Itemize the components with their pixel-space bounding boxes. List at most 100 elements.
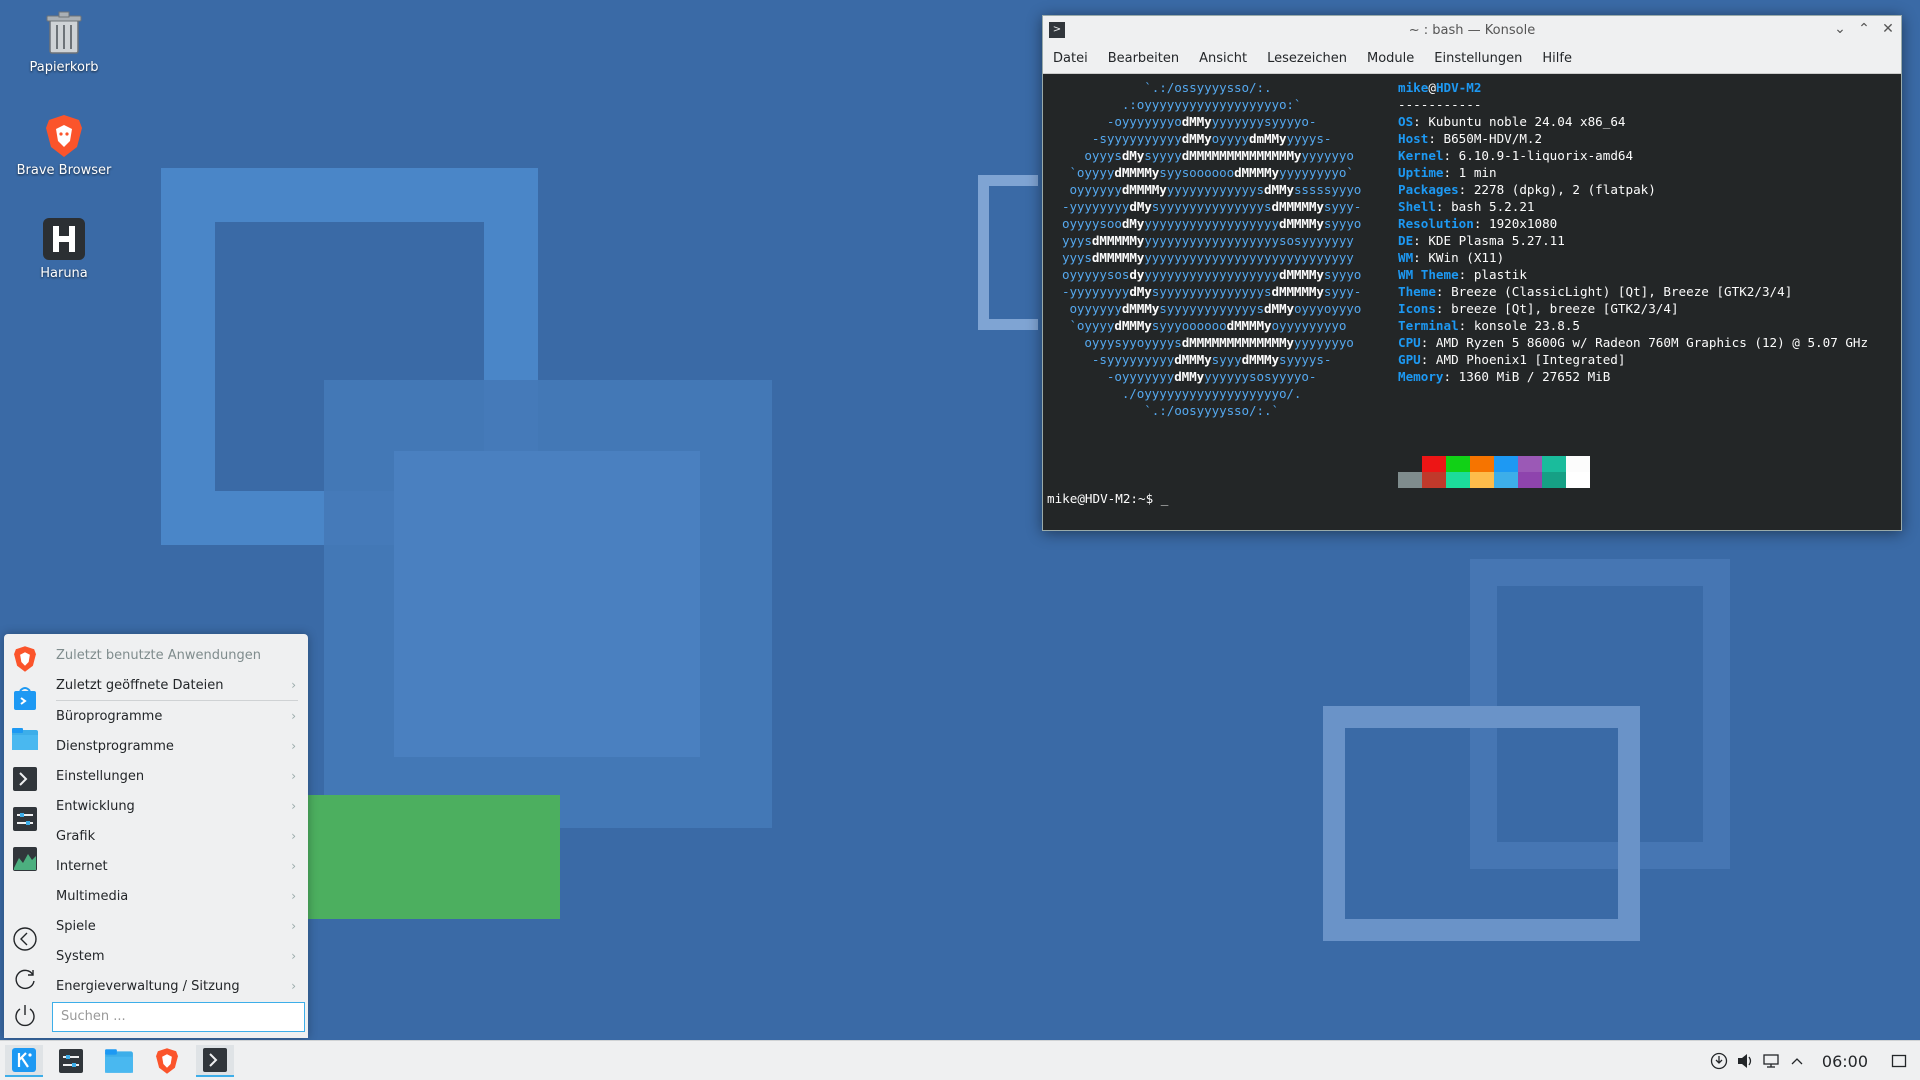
- back-arrow-icon[interactable]: [10, 924, 40, 954]
- hostname: HDV-M2: [1435, 80, 1482, 95]
- menu-ansicht[interactable]: Ansicht: [1199, 51, 1247, 66]
- minimize-icon[interactable]: ⌄: [1833, 20, 1847, 38]
- wallpaper-shape: [1323, 706, 1640, 941]
- color-swatch: [1542, 456, 1566, 472]
- wallpaper-shape: [394, 451, 700, 757]
- desktop-icon-trash[interactable]: Papierkorb: [10, 10, 118, 75]
- updates-icon[interactable]: [1706, 1048, 1732, 1074]
- menu-item-power-session[interactable]: Energieverwaltung / Sitzung ›: [50, 971, 304, 1001]
- color-swatch: [1494, 456, 1518, 472]
- desktop-icon-label: Brave Browser: [16, 163, 112, 178]
- username: mike: [1398, 80, 1429, 95]
- chevron-up-icon[interactable]: [1784, 1048, 1810, 1074]
- info-key: Shell: [1398, 199, 1436, 214]
- menu-einstellungen[interactable]: Einstellungen: [1434, 51, 1522, 66]
- menu-item-recent-files[interactable]: Zuletzt geöffnete Dateien ›: [50, 670, 304, 700]
- menu-lesezeichen[interactable]: Lesezeichen: [1267, 51, 1347, 66]
- brave-lion-icon[interactable]: [10, 644, 40, 674]
- show-desktop-icon[interactable]: [1886, 1048, 1912, 1074]
- desktop-icon-label: Haruna: [40, 266, 88, 281]
- info-key: Host: [1398, 131, 1429, 146]
- menu-item-development[interactable]: Entwicklung ›: [50, 791, 304, 821]
- application-launcher-menu: Zuletzt benutzte Anwendungen Zuletzt geö…: [4, 634, 308, 1038]
- chevron-right-icon: ›: [291, 919, 296, 933]
- info-key: CPU: [1398, 335, 1421, 350]
- recent-applications-header[interactable]: Zuletzt benutzte Anwendungen: [50, 640, 304, 670]
- restart-icon[interactable]: [10, 964, 40, 994]
- menu-datei[interactable]: Datei: [1053, 51, 1088, 66]
- clock[interactable]: 06:00: [1822, 1052, 1868, 1071]
- chevron-right-icon: ›: [291, 678, 296, 692]
- menu-item-graphics[interactable]: Grafik ›: [50, 821, 304, 851]
- menu-module[interactable]: Module: [1367, 51, 1414, 66]
- ascii-logo: `.:/ossyyyysso/:. .:oyyyyyyyyyyyyyyyyyyo…: [1061, 80, 1362, 418]
- chevron-right-icon: ›: [291, 889, 296, 903]
- color-swatch: [1518, 456, 1542, 472]
- info-value: bash 5.2.21: [1451, 199, 1535, 214]
- shell-prompt[interactable]: mike@HDV-M2:~$ _: [1047, 490, 1168, 507]
- info-value: plastik: [1473, 267, 1527, 282]
- info-key: Memory: [1398, 369, 1444, 384]
- color-palette: [1398, 456, 1590, 488]
- system-settings-icon[interactable]: [10, 804, 40, 834]
- color-swatch: [1494, 472, 1518, 488]
- konsole-window[interactable]: > ~ : bash — Konsole ⌄ ⌃ ✕ Datei Bearbei…: [1042, 15, 1902, 531]
- menu-item-internet[interactable]: Internet ›: [50, 851, 304, 881]
- chevron-right-icon: ›: [291, 709, 296, 723]
- chevron-right-icon: ›: [291, 859, 296, 873]
- menu-bearbeiten[interactable]: Bearbeiten: [1108, 51, 1179, 66]
- menu-item-utilities[interactable]: Dienstprogramme ›: [50, 731, 304, 761]
- color-swatch: [1542, 472, 1566, 488]
- menu-item-settings[interactable]: Einstellungen ›: [50, 761, 304, 791]
- trash-icon: [41, 10, 87, 56]
- info-value: KWin (X11): [1428, 250, 1505, 265]
- system-monitor-icon[interactable]: [10, 844, 40, 874]
- info-value: AMD Phoenix1 [Integrated]: [1435, 352, 1626, 367]
- info-value: 6.10.9-1-liquorix-amd64: [1458, 148, 1634, 163]
- menu-item-label: Multimedia: [56, 888, 129, 904]
- menu-item-system[interactable]: System ›: [50, 941, 304, 971]
- chevron-right-icon: ›: [291, 799, 296, 813]
- desktop-icon-haruna[interactable]: Haruna: [10, 216, 118, 281]
- menu-hilfe[interactable]: Hilfe: [1542, 51, 1572, 66]
- system-settings-icon[interactable]: [52, 1045, 90, 1077]
- power-icon[interactable]: [10, 1000, 40, 1030]
- volume-icon[interactable]: [1732, 1048, 1758, 1074]
- chevron-right-icon: ›: [291, 739, 296, 753]
- info-value: Kubuntu noble 24.04 x86_64: [1428, 114, 1626, 129]
- kde-launcher-icon[interactable]: [5, 1045, 43, 1077]
- color-swatch: [1422, 472, 1446, 488]
- maximize-icon[interactable]: ⌃: [1857, 20, 1871, 38]
- menu-item-multimedia[interactable]: Multimedia ›: [50, 881, 304, 911]
- discover-store-icon[interactable]: [10, 684, 40, 714]
- close-icon[interactable]: ✕: [1881, 20, 1895, 38]
- color-swatch: [1422, 456, 1446, 472]
- wallpaper-shape: [306, 795, 560, 919]
- menu-item-games[interactable]: Spiele ›: [50, 911, 304, 941]
- info-key: Packages: [1398, 182, 1459, 197]
- terminal-icon[interactable]: [10, 764, 40, 794]
- info-value: 2278 (dpkg), 2 (flatpak): [1473, 182, 1656, 197]
- terminal-area[interactable]: `.:/ossyyyysso/:. .:oyyyyyyyyyyyyyyyyyyo…: [1043, 74, 1901, 530]
- brave-lion-icon[interactable]: [148, 1045, 186, 1077]
- taskbar: 06:00: [0, 1040, 1920, 1080]
- color-swatch: [1470, 472, 1494, 488]
- folder-icon[interactable]: [10, 724, 40, 754]
- desktop-icon-brave[interactable]: Brave Browser: [10, 113, 118, 178]
- menu-item-label: Zuletzt benutzte Anwendungen: [56, 647, 262, 663]
- menu-item-office[interactable]: Büroprogramme ›: [50, 701, 304, 731]
- window-titlebar[interactable]: > ~ : bash — Konsole ⌄ ⌃ ✕: [1043, 16, 1901, 44]
- menu-item-label: Einstellungen: [56, 768, 145, 784]
- network-icon[interactable]: [1758, 1048, 1784, 1074]
- menu-item-label: Energieverwaltung / Sitzung: [56, 978, 240, 994]
- search-input[interactable]: Suchen ...: [52, 1002, 305, 1032]
- terminal-icon[interactable]: [196, 1045, 234, 1077]
- info-key: Icons: [1398, 301, 1436, 316]
- info-value: KDE Plasma 5.27.11: [1428, 233, 1565, 248]
- menu-item-label: Zuletzt geöffnete Dateien: [56, 677, 224, 693]
- info-value: AMD Ryzen 5 8600G w/ Radeon 760M Graphic…: [1435, 335, 1869, 350]
- color-swatch: [1518, 472, 1542, 488]
- color-swatch: [1398, 456, 1422, 472]
- folder-icon[interactable]: [100, 1045, 138, 1077]
- info-key: Resolution: [1398, 216, 1474, 231]
